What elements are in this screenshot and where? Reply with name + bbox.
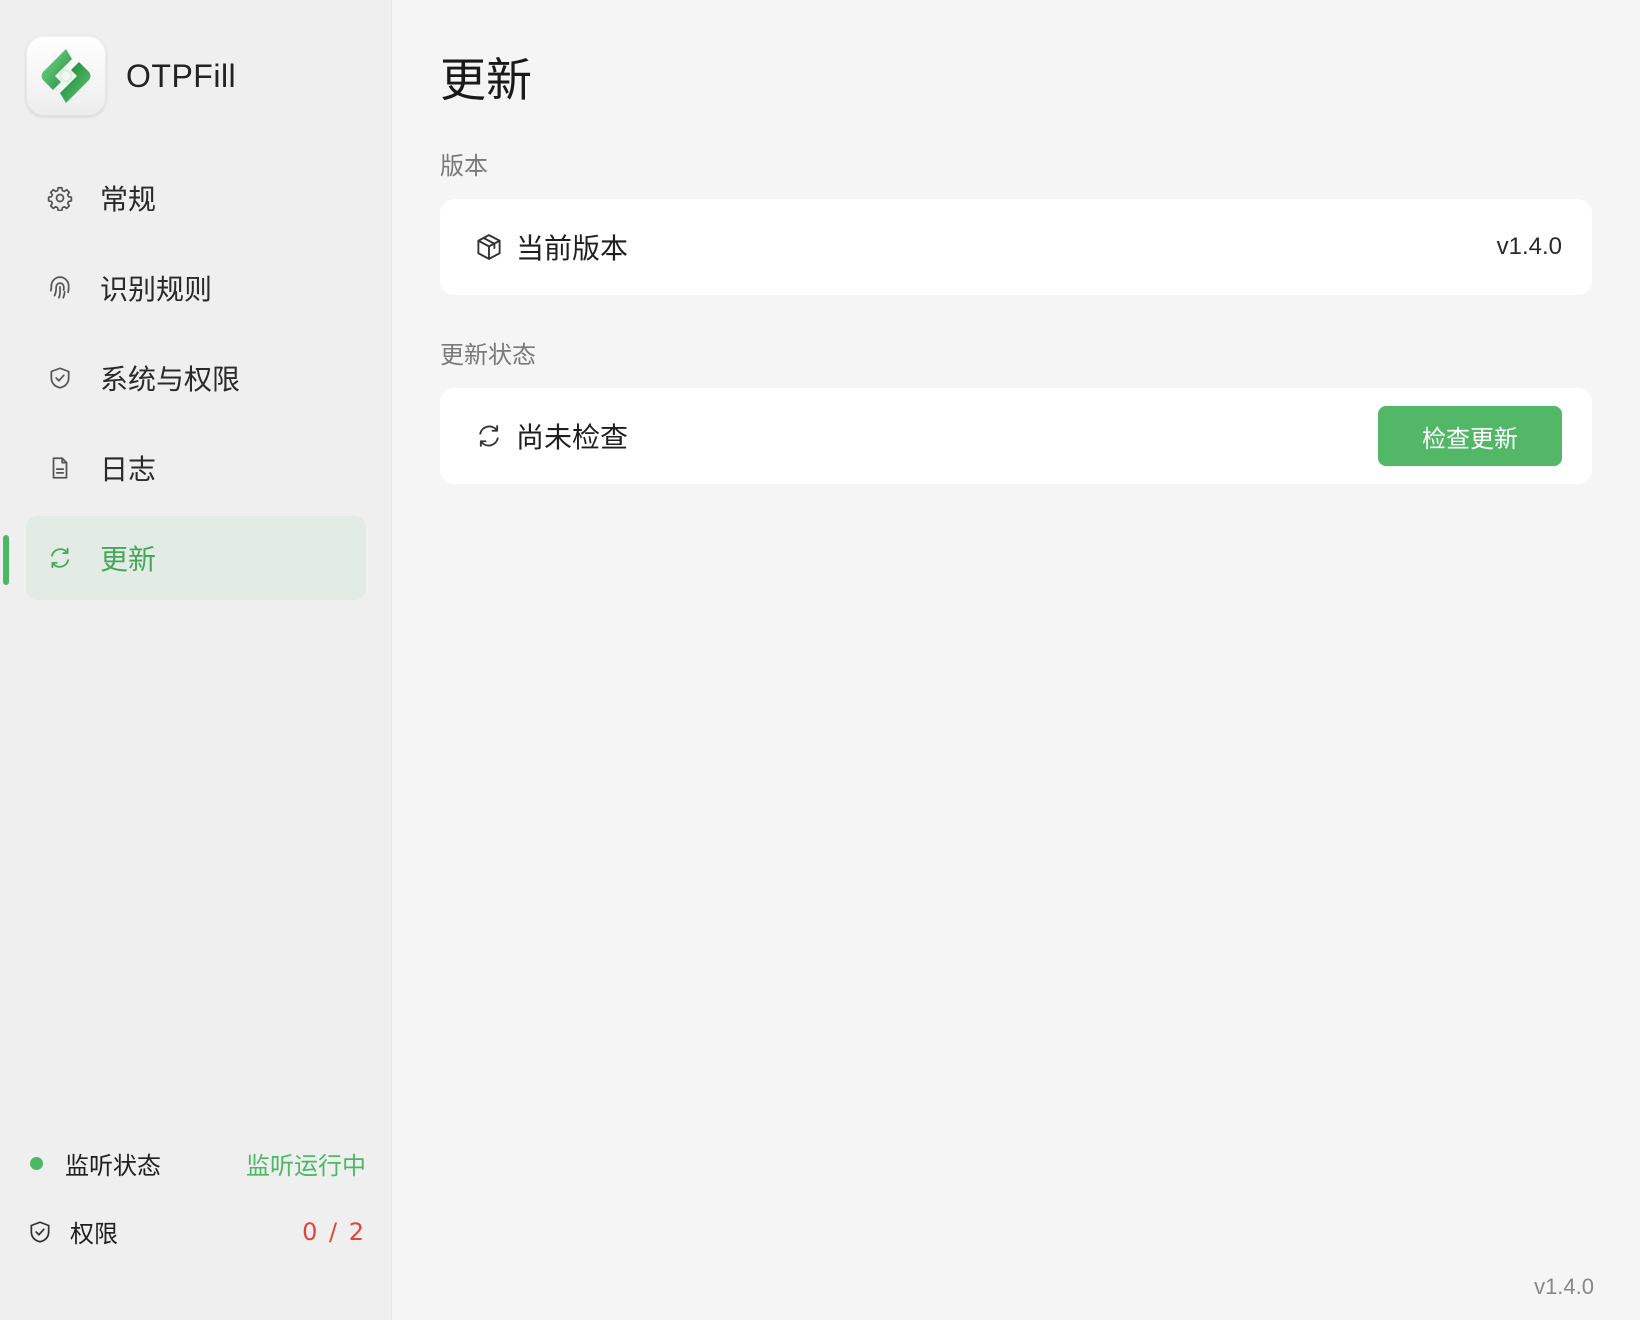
sidebar-item-rules[interactable]: 识别规则 bbox=[26, 246, 366, 330]
permission-row[interactable]: 权限 0 / 2 bbox=[26, 1214, 366, 1249]
sidebar-item-label: 识别规则 bbox=[100, 273, 213, 306]
update-status-text: 尚未检查 bbox=[516, 421, 629, 454]
sidebar-item-label: 系统与权限 bbox=[100, 363, 241, 396]
permission-label: 权限 bbox=[70, 1220, 118, 1248]
sidebar-item-update[interactable]: 更新 bbox=[26, 516, 366, 600]
shield-icon bbox=[46, 364, 74, 392]
page-title: 更新 bbox=[440, 53, 532, 107]
update-status-card: 尚未检查 检查更新 bbox=[440, 388, 1592, 484]
brand: OTPFill bbox=[26, 36, 236, 116]
sidebar-item-label: 更新 bbox=[100, 543, 157, 576]
active-indicator bbox=[3, 535, 9, 585]
document-icon bbox=[46, 454, 74, 482]
app-name: OTPFill bbox=[126, 57, 237, 94]
refresh-icon bbox=[474, 421, 504, 451]
check-update-button[interactable]: 检查更新 bbox=[1378, 406, 1562, 466]
current-version-card: 当前版本 v1.4.0 bbox=[440, 199, 1592, 295]
status-dot-icon bbox=[30, 1157, 43, 1170]
sidebar-item-general[interactable]: 常规 bbox=[26, 156, 366, 240]
listen-status-row: 监听状态 监听运行中 bbox=[26, 1146, 366, 1181]
version-section-label: 版本 bbox=[440, 152, 488, 180]
listen-status-value: 监听运行中 bbox=[246, 1152, 366, 1180]
permission-count: 0 / 2 bbox=[302, 1217, 366, 1246]
sidebar-item-logs[interactable]: 日志 bbox=[26, 426, 366, 510]
gear-icon bbox=[46, 184, 74, 212]
listen-status-label: 监听状态 bbox=[65, 1152, 161, 1180]
sidebar-nav: 常规 识别规则 系统与权限 日志 更新 bbox=[26, 156, 366, 606]
update-status-section-label: 更新状态 bbox=[440, 341, 536, 369]
sidebar: OTPFill 常规 识别规则 系统与权限 日志 更新 监听状态 监听运行中 权… bbox=[0, 0, 392, 1320]
fingerprint-icon bbox=[46, 274, 74, 302]
package-icon bbox=[474, 232, 504, 262]
current-version-value: v1.4.0 bbox=[1496, 233, 1562, 260]
sidebar-item-label: 日志 bbox=[100, 453, 157, 486]
refresh-icon bbox=[46, 544, 74, 572]
current-version-label: 当前版本 bbox=[516, 232, 629, 265]
footer-version: v1.4.0 bbox=[1534, 1274, 1594, 1299]
sidebar-item-label: 常规 bbox=[100, 183, 157, 216]
sidebar-item-system-permissions[interactable]: 系统与权限 bbox=[26, 336, 366, 420]
shield-icon bbox=[26, 1218, 54, 1246]
app-logo bbox=[26, 36, 106, 116]
